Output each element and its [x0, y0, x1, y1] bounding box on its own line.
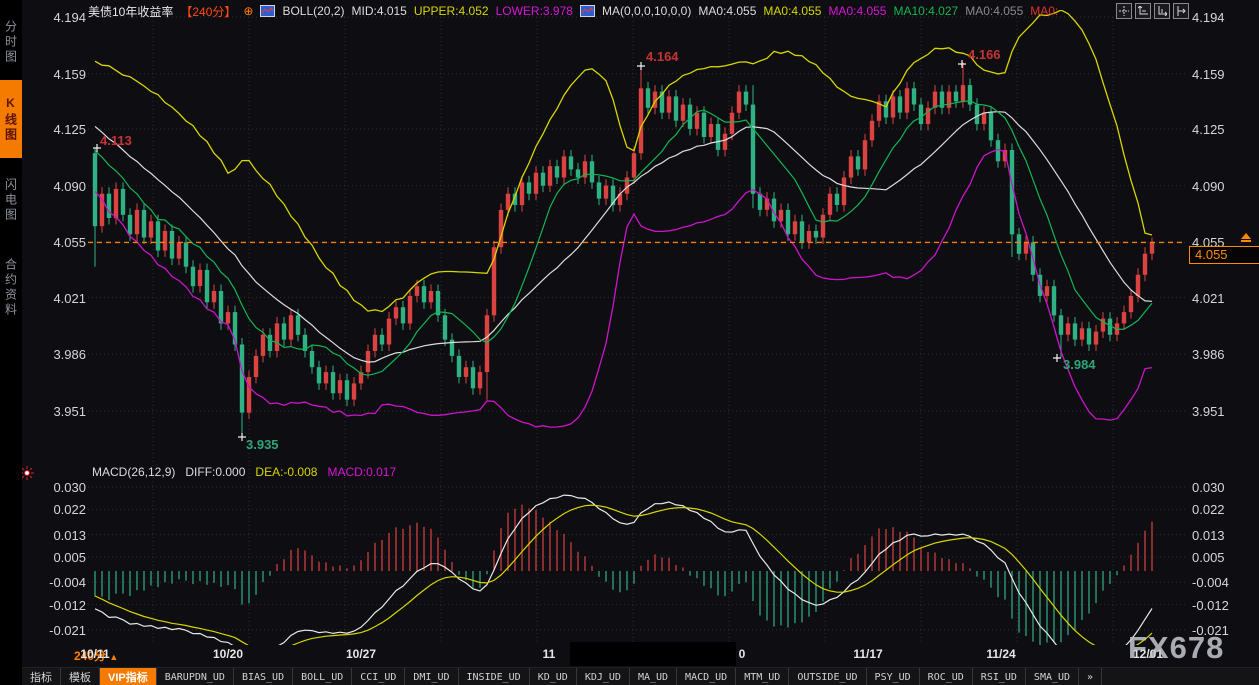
period-tag[interactable]: 【240分】: [180, 3, 236, 20]
ma0-value-4: MA0:4.055: [965, 4, 1023, 18]
indicator-tab-vip-[interactable]: VIP指标: [100, 668, 157, 685]
indicator-tab-macd-ud[interactable]: MACD_UD: [677, 668, 736, 685]
indicator-tab-kdj-ud[interactable]: KDJ_UD: [577, 668, 630, 685]
macd-axis-label-left: -0.021: [28, 623, 86, 638]
macd-indicator-pane[interactable]: [88, 482, 1185, 644]
indicator-tab-rsi-ud[interactable]: RSI_UD: [973, 668, 1026, 685]
x-axis-date-label: 11/17: [836, 647, 900, 661]
boll-upper-value: UPPER:4.052: [414, 4, 489, 18]
shift-right-icon[interactable]: [1173, 3, 1189, 19]
boll-mid-value: MID:4.015: [352, 4, 407, 18]
instrument-title: 美债10年收益率: [88, 3, 173, 20]
x-axis-date-label: 10/11: [63, 647, 127, 661]
indicator-tab--[interactable]: 模板: [61, 668, 100, 685]
kline-app-window: 4.1133.9354.1644.1663.984 分时图 K线图 闪电图 合约…: [0, 0, 1259, 685]
macd-axis-label-right: 0.030: [1192, 480, 1256, 495]
boll-lower-value: LOWER:3.978: [496, 4, 573, 18]
ma-chart-icon[interactable]: [580, 5, 595, 17]
indicator-alert-icon[interactable]: [20, 466, 34, 485]
collapse-indicator-icon[interactable]: ⊕: [243, 4, 253, 18]
main-axis-label-left: 4.159: [28, 67, 86, 82]
indicator-tab-sma-ud[interactable]: SMA_UD: [1026, 668, 1079, 685]
macd-axis-label-right: 0.005: [1192, 550, 1256, 565]
macd-macd-value: MACD:0.017: [327, 465, 396, 479]
main-axis-label-right: 4.194: [1192, 10, 1256, 25]
macd-axis-label-right: 0.013: [1192, 528, 1256, 543]
indicator-tab-inside-ud[interactable]: INSIDE_UD: [459, 668, 530, 685]
ma0-value-5: MA0:: [1030, 4, 1058, 18]
main-axis-label-right: 4.090: [1192, 179, 1256, 194]
indicator-tab-ma-ud[interactable]: MA_UD: [630, 668, 677, 685]
x-axis-scale-icon[interactable]: [1154, 3, 1170, 19]
chart-header: 美债10年收益率 【240分】 ⊕ BOLL(20,2) MID:4.015 U…: [88, 2, 1058, 20]
main-axis-label-right: 4.125: [1192, 122, 1256, 137]
left-sidebar: 分时图 K线图 闪电图 合约资料: [0, 0, 22, 685]
main-axis-label-left: 4.090: [28, 179, 86, 194]
indicator-tab-psy-ud[interactable]: PSY_UD: [867, 668, 920, 685]
ma0-value-3: MA0:4.055: [828, 4, 886, 18]
x-axis-date-label: 10/27: [329, 647, 393, 661]
macd-axis-label-left: -0.004: [28, 575, 86, 590]
indicator-tab--[interactable]: 指标: [22, 668, 61, 685]
sidebar-tab-kline[interactable]: K线图: [0, 80, 22, 158]
main-axis-label-left: 3.951: [28, 404, 86, 419]
indicator-tab-bar: 指标模板VIP指标BARUPDN_UDBIAS_UDBOLL_UDCCI_UDD…: [22, 667, 1259, 685]
main-axis-label-left: 4.055: [28, 235, 86, 250]
indicator-tab-bias-ud[interactable]: BIAS_UD: [234, 668, 293, 685]
indicator-tab-boll-ud[interactable]: BOLL_UD: [293, 668, 352, 685]
ma0-value-1: MA0:4.055: [698, 4, 756, 18]
macd-header: MACD(26,12,9) DIFF:0.000 DEA:-0.008 MACD…: [92, 465, 396, 479]
main-axis-label-right: 3.951: [1192, 404, 1256, 419]
macd-axis-label-right: -0.004: [1192, 575, 1256, 590]
macd-axis-label-right: -0.012: [1192, 598, 1256, 613]
indicator-tab-dmi-ud[interactable]: DMI_UD: [405, 668, 458, 685]
macd-axis-label-right: 0.022: [1192, 502, 1256, 517]
macd-diff-value: DIFF:0.000: [185, 465, 245, 479]
indicator-tab-mtm-ud[interactable]: MTM_UD: [736, 668, 789, 685]
main-axis-label-right: 3.986: [1192, 347, 1256, 362]
candlestick-chart-pane[interactable]: [88, 10, 1185, 460]
ma0-value-2: MA0:4.055: [763, 4, 821, 18]
chart-toolbar: [1116, 3, 1189, 19]
x-axis-date-label: 11/24: [969, 647, 1033, 661]
indicator-tab-roc-ud[interactable]: ROC_UD: [920, 668, 973, 685]
main-axis-label-left: 4.125: [28, 122, 86, 137]
sidebar-tab-contract-info[interactable]: 合约资料: [0, 242, 22, 334]
macd-axis-label-left: 0.013: [28, 528, 86, 543]
indicator-tab-cci-ud[interactable]: CCI_UD: [352, 668, 405, 685]
macd-axis-label-left: 0.022: [28, 502, 86, 517]
indicator-tab-kd-ud[interactable]: KD_UD: [530, 668, 577, 685]
boll-chart-icon[interactable]: [260, 5, 275, 17]
indicator-tab--[interactable]: »: [1079, 668, 1102, 685]
main-axis-label-right: 4.159: [1192, 67, 1256, 82]
y-axis-scale-icon[interactable]: [1135, 3, 1151, 19]
main-axis-label-right: 4.021: [1192, 291, 1256, 306]
indicator-tab-outside-ud[interactable]: OUTSIDE_UD: [789, 668, 866, 685]
main-axis-label-left: 4.021: [28, 291, 86, 306]
crosshair-icon[interactable]: [1116, 3, 1132, 19]
sidebar-tab-timeshare[interactable]: 分时图: [0, 6, 22, 78]
redaction-box: [570, 642, 736, 666]
macd-axis-label-left: 0.005: [28, 550, 86, 565]
boll-label: BOLL(20,2): [282, 4, 344, 18]
macd-dea-value: DEA:-0.008: [255, 465, 317, 479]
price-marker-icon: [1240, 233, 1252, 243]
main-axis-label-left: 3.986: [28, 347, 86, 362]
ma-params-label: MA(0,0,0,10,0,0): [602, 4, 691, 18]
sidebar-tab-lightning[interactable]: 闪电图: [0, 162, 22, 238]
macd-axis-label-left: -0.012: [28, 598, 86, 613]
ma10-value: MA10:4.027: [893, 4, 958, 18]
x-axis-date-label: 10/20: [196, 647, 260, 661]
macd-params-label: MACD(26,12,9): [92, 465, 175, 479]
fx678-watermark: FX678: [1128, 630, 1224, 666]
macd-axis-label-left: 0.030: [28, 480, 86, 495]
main-axis-label-left: 4.194: [28, 10, 86, 25]
indicator-tab-barupdn-ud[interactable]: BARUPDN_UD: [157, 668, 234, 685]
last-price-badge: 4.055: [1189, 246, 1259, 264]
